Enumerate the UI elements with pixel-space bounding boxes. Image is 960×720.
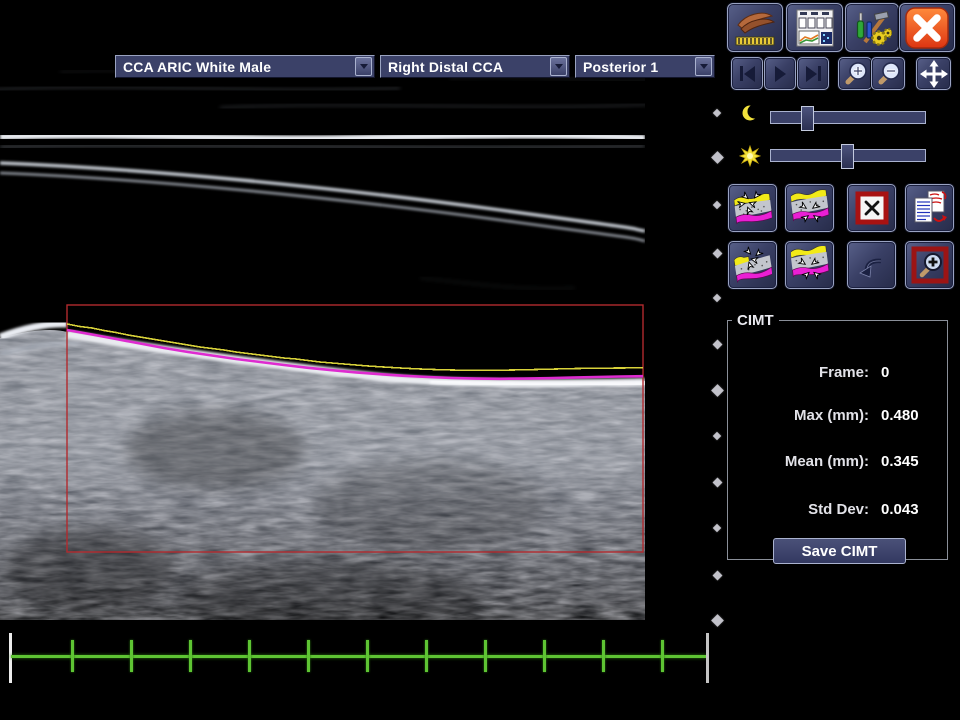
ruler-tick: [484, 640, 487, 672]
zoom-in-icon: [841, 60, 869, 88]
protocol-dropdown[interactable]: CCA ARIC White Male: [115, 55, 375, 78]
brightness-slider[interactable]: [770, 111, 926, 124]
redetect-near-wall-button[interactable]: [728, 241, 777, 289]
ruler-left-endcap: [9, 633, 12, 683]
stddev-value: 0.043: [881, 500, 919, 520]
report-button[interactable]: [786, 3, 843, 52]
ultrasound-render: [0, 50, 645, 620]
ultrasound-image[interactable]: [0, 50, 645, 620]
skip-end-icon: [806, 66, 821, 82]
segment-dropdown-value: Right Distal CCA: [381, 59, 550, 75]
zoom-in-button[interactable]: [838, 57, 872, 90]
diamond-marker-icon: [712, 477, 722, 487]
play-button[interactable]: [764, 57, 796, 90]
brightness-moon-icon: [742, 104, 760, 122]
skip-end-button[interactable]: [797, 57, 829, 90]
ruler-tick: [366, 640, 369, 672]
ruler-right-endcap: [706, 633, 709, 683]
ruler-tick: [661, 640, 664, 672]
mean-value: 0.345: [881, 452, 919, 472]
close-icon: [904, 7, 950, 49]
brightness-slider-handle[interactable]: [801, 106, 814, 131]
settings-tools-button[interactable]: [845, 3, 899, 52]
undo-button[interactable]: [847, 241, 896, 289]
contrast-sun-icon: [739, 145, 761, 167]
protocol-dropdown-value: CCA ARIC White Male: [116, 59, 355, 75]
report-icon: [795, 8, 835, 48]
zoom-roi-icon: [910, 245, 950, 285]
diamond-marker-icon: [711, 151, 724, 164]
cimt-stddev-row: Std Dev: 0.043: [728, 500, 947, 520]
cimt-max-row: Max (mm): 0.480: [728, 406, 947, 426]
view-dropdown-value: Posterior 1: [576, 59, 695, 75]
cimt-mean-row: Mean (mm): 0.345: [728, 452, 947, 472]
diamond-marker-icon: [713, 432, 721, 440]
redetect-near-wall-icon: [734, 246, 772, 284]
view-dropdown[interactable]: Posterior 1: [575, 55, 715, 78]
cimt-panel: CIMT Frame: 0 Max (mm): 0.480 Mean (mm):…: [727, 312, 948, 560]
close-button[interactable]: [899, 3, 955, 52]
measure-tool-icon: [733, 8, 777, 48]
contrast-slider-handle[interactable]: [841, 144, 854, 169]
zoom-out-button[interactable]: [871, 57, 905, 90]
undo-icon: [854, 247, 890, 283]
detect-near-wall-button[interactable]: [728, 184, 777, 232]
skip-start-button[interactable]: [731, 57, 763, 90]
ruler-tick: [543, 640, 546, 672]
diamond-marker-icon: [711, 614, 724, 627]
diamond-marker-icon: [713, 524, 721, 532]
diamond-marker-icon: [712, 248, 722, 258]
zoom-out-icon: [874, 60, 902, 88]
ruler-tick: [425, 640, 428, 672]
diamond-marker-icon: [713, 109, 721, 117]
diamond-marker-icon: [713, 294, 721, 302]
ruler-tick: [71, 640, 74, 672]
clear-roi-button[interactable]: [847, 184, 896, 232]
chevron-down-icon[interactable]: [355, 57, 372, 76]
save-cimt-button[interactable]: Save CIMT: [773, 538, 906, 564]
pan-icon: [920, 60, 948, 88]
diamond-marker-icon: [712, 339, 722, 349]
ruler-tick: [248, 640, 251, 672]
redetect-far-wall-button[interactable]: [785, 241, 834, 289]
segment-dropdown[interactable]: Right Distal CCA: [380, 55, 570, 78]
detect-far-wall-icon: [791, 189, 829, 227]
diamond-marker-icon: [712, 570, 722, 580]
app-window: CCA ARIC White Male Right Distal CCA Pos…: [0, 0, 960, 720]
frame-value: 0: [881, 363, 889, 383]
chevron-down-icon[interactable]: [695, 57, 712, 76]
detect-far-wall-button[interactable]: [785, 184, 834, 232]
ruler-tick: [307, 640, 310, 672]
ruler-tick: [130, 640, 133, 672]
frame-label: Frame:: [728, 363, 869, 383]
stddev-label: Std Dev:: [728, 500, 869, 520]
measure-tool-button[interactable]: [727, 3, 783, 52]
cimt-panel-legend: CIMT: [732, 312, 779, 329]
ruler-tick: [189, 640, 192, 672]
copy-report-button[interactable]: [905, 184, 954, 232]
skip-start-icon: [740, 66, 755, 82]
pan-button[interactable]: [916, 57, 951, 90]
diamond-marker-icon: [711, 384, 724, 397]
copy-report-icon: [911, 189, 949, 227]
chevron-down-icon[interactable]: [550, 57, 567, 76]
cimt-frame-row: Frame: 0: [728, 363, 947, 383]
settings-tools-icon: [852, 8, 892, 48]
diamond-marker-icon: [713, 201, 721, 209]
max-label: Max (mm):: [728, 406, 869, 426]
contrast-slider[interactable]: [770, 149, 926, 162]
play-icon: [775, 66, 786, 82]
max-value: 0.480: [881, 406, 919, 426]
clear-roi-icon: [854, 190, 890, 226]
zoom-roi-button[interactable]: [905, 241, 954, 289]
detect-near-wall-icon: [734, 189, 772, 227]
ruler-tick: [602, 640, 605, 672]
redetect-far-wall-icon: [791, 246, 829, 284]
mean-label: Mean (mm):: [728, 452, 869, 472]
